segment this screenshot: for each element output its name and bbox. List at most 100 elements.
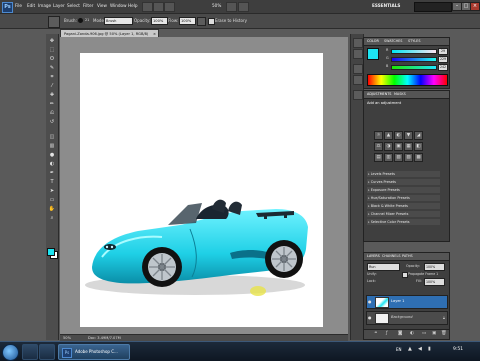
new-group-icon[interactable]: ▭ xyxy=(422,331,426,336)
character-panel-icon[interactable] xyxy=(353,90,363,100)
crop-icon[interactable]: ⌗ xyxy=(48,74,56,81)
quick-select-icon[interactable]: ✎ xyxy=(48,65,56,72)
posterize-icon[interactable]: ▥ xyxy=(384,153,393,162)
layer-opacity-field[interactable]: 100% xyxy=(424,263,445,271)
channel-mixer-icon[interactable]: ▦ xyxy=(404,142,413,151)
channel-r-value[interactable]: 29 xyxy=(438,48,448,55)
clone-stamp-icon[interactable]: ⎌ xyxy=(48,110,56,117)
preset-channel-mixer[interactable]: ▸Channel Mixer Presets xyxy=(367,211,440,217)
eyedropper-icon[interactable]: ⁄ xyxy=(48,83,56,90)
volume-icon[interactable]: ◀ xyxy=(418,346,422,352)
channel-g-value[interactable]: 229 xyxy=(438,56,448,63)
opacity-field[interactable]: 100% xyxy=(151,17,168,25)
pen-icon[interactable]: ✒ xyxy=(48,170,56,177)
brush-preview-icon[interactable] xyxy=(78,18,83,23)
brush-icon[interactable]: ✏ xyxy=(48,101,56,108)
eraser-icon[interactable]: ◫ xyxy=(48,134,56,141)
curves-icon[interactable]: ◐ xyxy=(394,131,403,140)
eraser-tool-preset-icon[interactable] xyxy=(48,16,60,28)
history-panel-icon[interactable] xyxy=(353,38,363,48)
marquee-icon[interactable]: ⬚ xyxy=(48,47,56,54)
clone-source-panel-icon[interactable] xyxy=(353,75,363,85)
taskbar-clock[interactable]: 9:51 xyxy=(453,347,463,352)
type-icon[interactable]: T xyxy=(48,179,56,186)
path-select-icon[interactable]: ➤ xyxy=(48,188,56,195)
layer-style-icon[interactable]: ƒ xyxy=(386,331,388,336)
minibridge-button[interactable] xyxy=(153,2,164,12)
black-white-icon[interactable]: ◑ xyxy=(384,142,393,151)
history-brush-icon[interactable]: ↺ xyxy=(48,119,56,126)
menu-file[interactable]: File xyxy=(15,3,22,8)
move-icon[interactable]: ✥ xyxy=(48,38,56,45)
foreground-color-swatch[interactable] xyxy=(367,48,379,60)
tab-swatches[interactable]: SWATCHES xyxy=(384,39,402,43)
add-mask-icon[interactable]: ◙ xyxy=(398,331,402,336)
hue-saturation-icon[interactable]: ◧ xyxy=(414,142,423,151)
eye-icon[interactable]: ● xyxy=(368,299,373,304)
menu-filter[interactable]: Filter xyxy=(83,3,93,8)
dodge-icon[interactable]: ◐ xyxy=(48,161,56,168)
exposure-icon[interactable]: ▼ xyxy=(404,131,413,140)
fill-field[interactable]: 100% xyxy=(424,278,445,286)
preset-exposure[interactable]: ▸Exposure Presets xyxy=(367,187,440,193)
canvas[interactable] xyxy=(80,53,323,327)
power-icon[interactable]: ▮ xyxy=(428,346,431,352)
channel-g-slider[interactable] xyxy=(391,57,437,62)
mode-select[interactable]: Brush xyxy=(104,17,133,25)
menu-window[interactable]: Window xyxy=(110,3,127,8)
menu-edit[interactable]: Edit xyxy=(27,3,35,8)
layer-row-layer-1[interactable]: ● Layer 1 xyxy=(366,295,448,309)
close-button[interactable]: × xyxy=(470,2,480,11)
menu-image[interactable]: Image xyxy=(38,3,51,8)
flow-field[interactable]: 100% xyxy=(179,17,196,25)
brightness-contrast-icon[interactable]: ☼ xyxy=(374,131,383,140)
preset-selective-color[interactable]: ▸Selective Color Presets xyxy=(367,219,440,225)
vibrance-icon[interactable]: ◢ xyxy=(414,131,423,140)
network-icon[interactable]: ▲ xyxy=(408,346,412,352)
channel-b-slider[interactable] xyxy=(391,65,437,70)
workspace-switcher[interactable]: ESSENTIALS xyxy=(372,3,400,8)
selective-color-icon[interactable]: ▩ xyxy=(414,153,423,162)
zoom-icon[interactable]: ⌕ xyxy=(48,215,56,222)
brush-panel-icon[interactable] xyxy=(353,64,363,74)
bridge-button[interactable] xyxy=(142,2,153,12)
invert-icon[interactable]: ▤ xyxy=(374,153,383,162)
start-button[interactable] xyxy=(2,344,19,361)
preset-hue-saturation[interactable]: ▸Hue/Saturation Presets xyxy=(367,195,440,201)
tab-color[interactable]: COLOR xyxy=(367,39,379,43)
color-ramp[interactable] xyxy=(367,74,448,86)
preset-levels[interactable]: ▸Levels Presets xyxy=(367,171,440,177)
color-balance-icon[interactable]: ⚖ xyxy=(374,142,383,151)
arrange-button[interactable] xyxy=(226,2,237,12)
healing-icon[interactable]: ✚ xyxy=(48,92,56,99)
new-layer-icon[interactable]: ▣ xyxy=(432,331,436,336)
gradient-map-icon[interactable]: ▧ xyxy=(404,153,413,162)
blend-mode-select[interactable]: Run xyxy=(367,263,400,271)
channel-b-value[interactable]: 242 xyxy=(438,64,448,71)
tab-adjustments[interactable]: ADJUSTMENTS xyxy=(367,92,391,96)
taskbar-browser-button[interactable] xyxy=(39,344,55,360)
menu-select[interactable]: Select xyxy=(67,3,80,8)
channel-r-slider[interactable] xyxy=(391,49,437,54)
tab-channels[interactable]: CHANNELS xyxy=(382,254,401,258)
photo-filter-icon[interactable]: ▣ xyxy=(394,142,403,151)
extras-button[interactable] xyxy=(164,2,175,12)
erase-to-history-checkbox[interactable] xyxy=(208,18,215,25)
menu-view[interactable]: View xyxy=(97,3,107,8)
eye-icon[interactable]: ● xyxy=(368,315,373,320)
tool-foreground-color[interactable] xyxy=(47,248,55,256)
zoom-level[interactable]: 50% xyxy=(212,3,221,8)
blur-icon[interactable]: ● xyxy=(48,152,56,159)
airbrush-toggle[interactable] xyxy=(197,17,206,26)
hand-icon[interactable]: ✋ xyxy=(48,206,56,213)
actions-panel-icon[interactable] xyxy=(353,49,363,59)
screen-mode-button[interactable] xyxy=(238,2,249,12)
search-input[interactable] xyxy=(414,2,452,12)
new-adjustment-icon[interactable]: ◐ xyxy=(410,331,414,336)
tab-layers[interactable]: LAYERS xyxy=(367,254,380,258)
menu-layer[interactable]: Layer xyxy=(53,3,65,8)
lasso-icon[interactable]: ʘ xyxy=(48,56,56,63)
status-zoom[interactable]: 50% xyxy=(63,336,71,340)
taskbar-explorer-button[interactable] xyxy=(22,344,38,360)
tab-masks[interactable]: MASKS xyxy=(394,92,406,96)
